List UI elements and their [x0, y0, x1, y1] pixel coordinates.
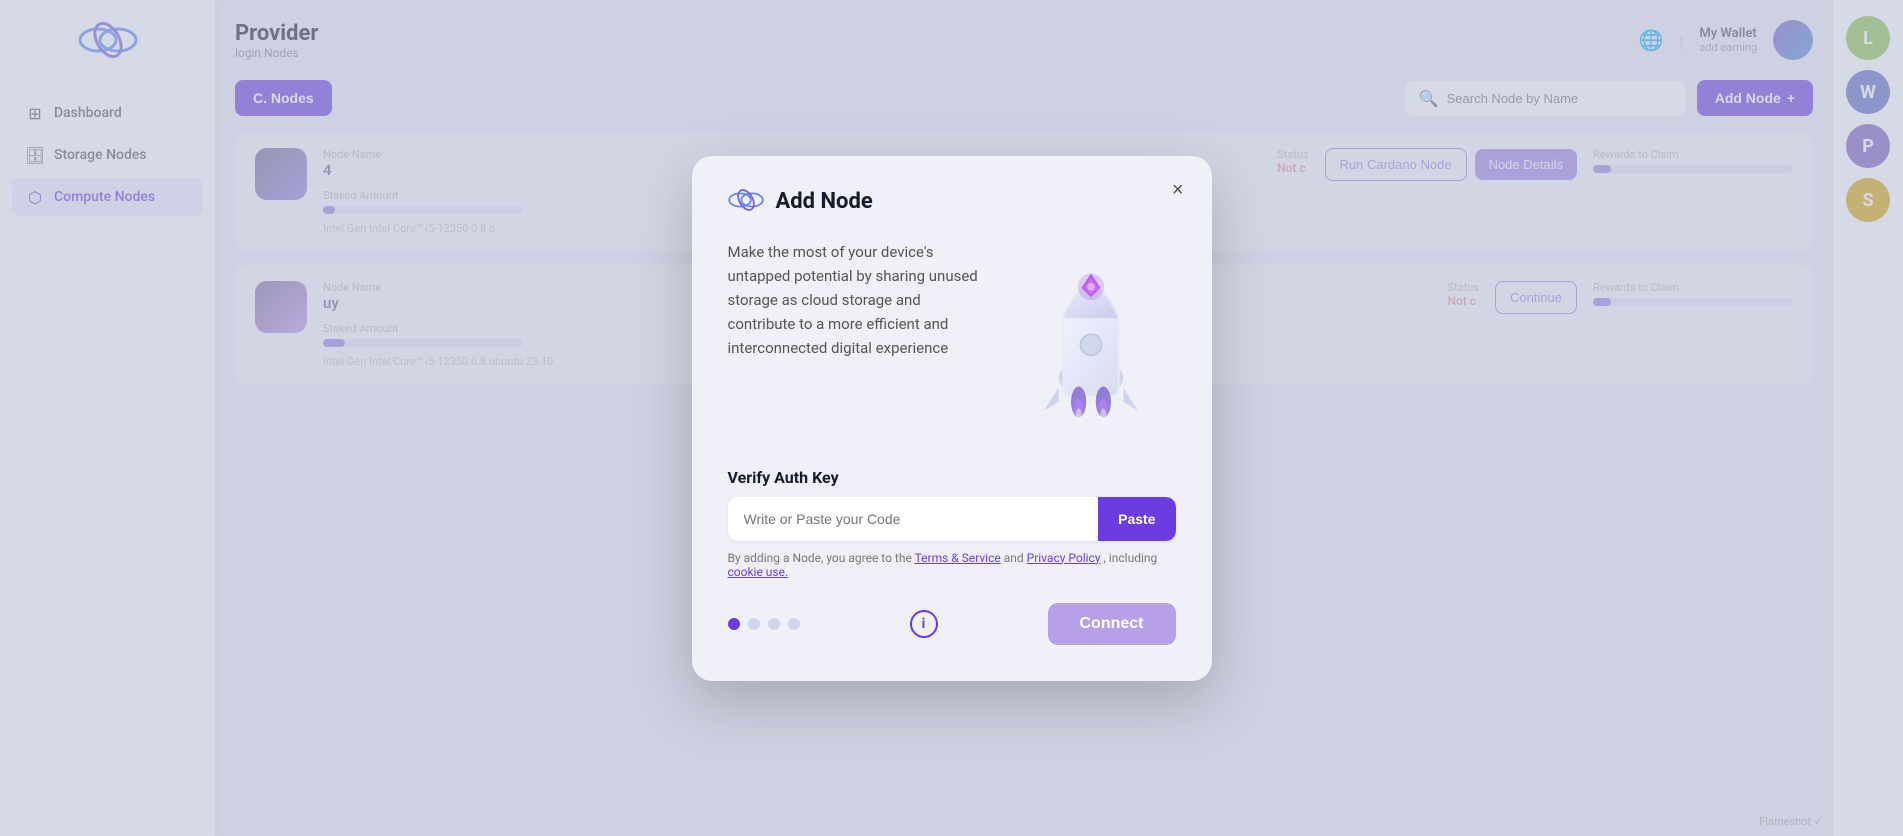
terms-service-link[interactable]: Terms & Service — [915, 551, 1001, 565]
dot-1 — [728, 618, 740, 630]
rocket-illustration — [1006, 240, 1176, 440]
modal-close-button[interactable]: × — [1172, 180, 1184, 200]
verify-section: Verify Auth Key Paste By adding a Node, … — [728, 468, 1176, 579]
privacy-policy-link[interactable]: Privacy Policy — [1027, 551, 1101, 565]
terms-text: By adding a Node, you agree to the Terms… — [728, 551, 1176, 579]
modal-logo — [728, 188, 764, 216]
modal-body: Make the most of your device's untapped … — [728, 240, 1176, 440]
connect-button[interactable]: Connect — [1048, 603, 1176, 645]
cookie-use-link[interactable]: cookie use. — [728, 565, 789, 579]
verify-label: Verify Auth Key — [728, 468, 1176, 487]
auth-input-group: Paste — [728, 497, 1176, 541]
pagination-dots — [728, 618, 800, 630]
dot-3 — [768, 618, 780, 630]
modal-footer: i Connect — [728, 603, 1176, 645]
modal-description: Make the most of your device's untapped … — [728, 240, 982, 360]
modal-header: Add Node — [728, 188, 1176, 216]
add-node-modal: × Add Node Make the most of your device'… — [692, 156, 1212, 681]
modal-title: Add Node — [776, 189, 873, 214]
paste-button[interactable]: Paste — [1098, 497, 1175, 541]
modal-overlay: × Add Node Make the most of your device'… — [0, 0, 1903, 836]
dot-4 — [788, 618, 800, 630]
info-icon[interactable]: i — [910, 610, 938, 638]
dot-2 — [748, 618, 760, 630]
auth-key-input[interactable] — [728, 497, 1099, 541]
